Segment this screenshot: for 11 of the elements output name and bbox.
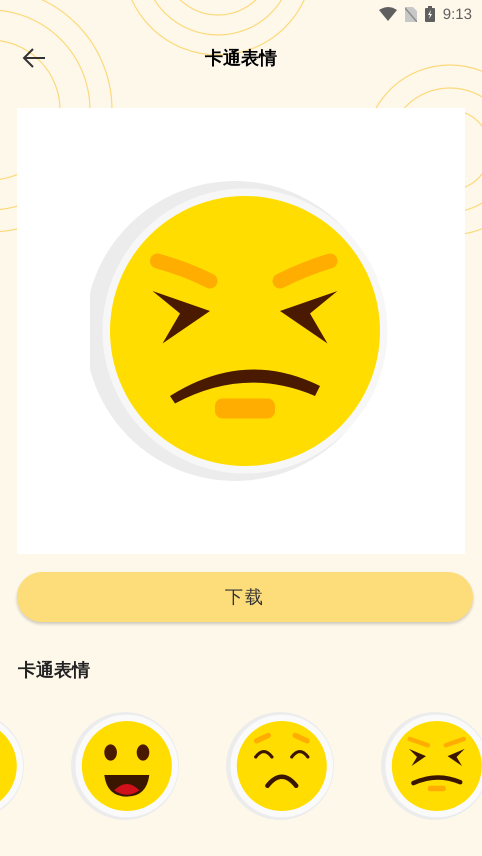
section-title: 卡通表情 (18, 659, 91, 682)
page-title: 卡通表情 (205, 47, 277, 70)
wifi-icon (378, 7, 397, 21)
no-sim-icon (404, 6, 417, 22)
download-button[interactable]: 下载 (17, 572, 473, 622)
emoji-face-drawing[interactable] (226, 712, 334, 820)
battery-charging-icon (424, 6, 435, 22)
back-button[interactable] (20, 46, 48, 70)
status-time: 9:13 (442, 6, 472, 22)
emoji-face-drawing[interactable] (381, 712, 482, 820)
emoji-face-drawing[interactable] (71, 712, 179, 820)
